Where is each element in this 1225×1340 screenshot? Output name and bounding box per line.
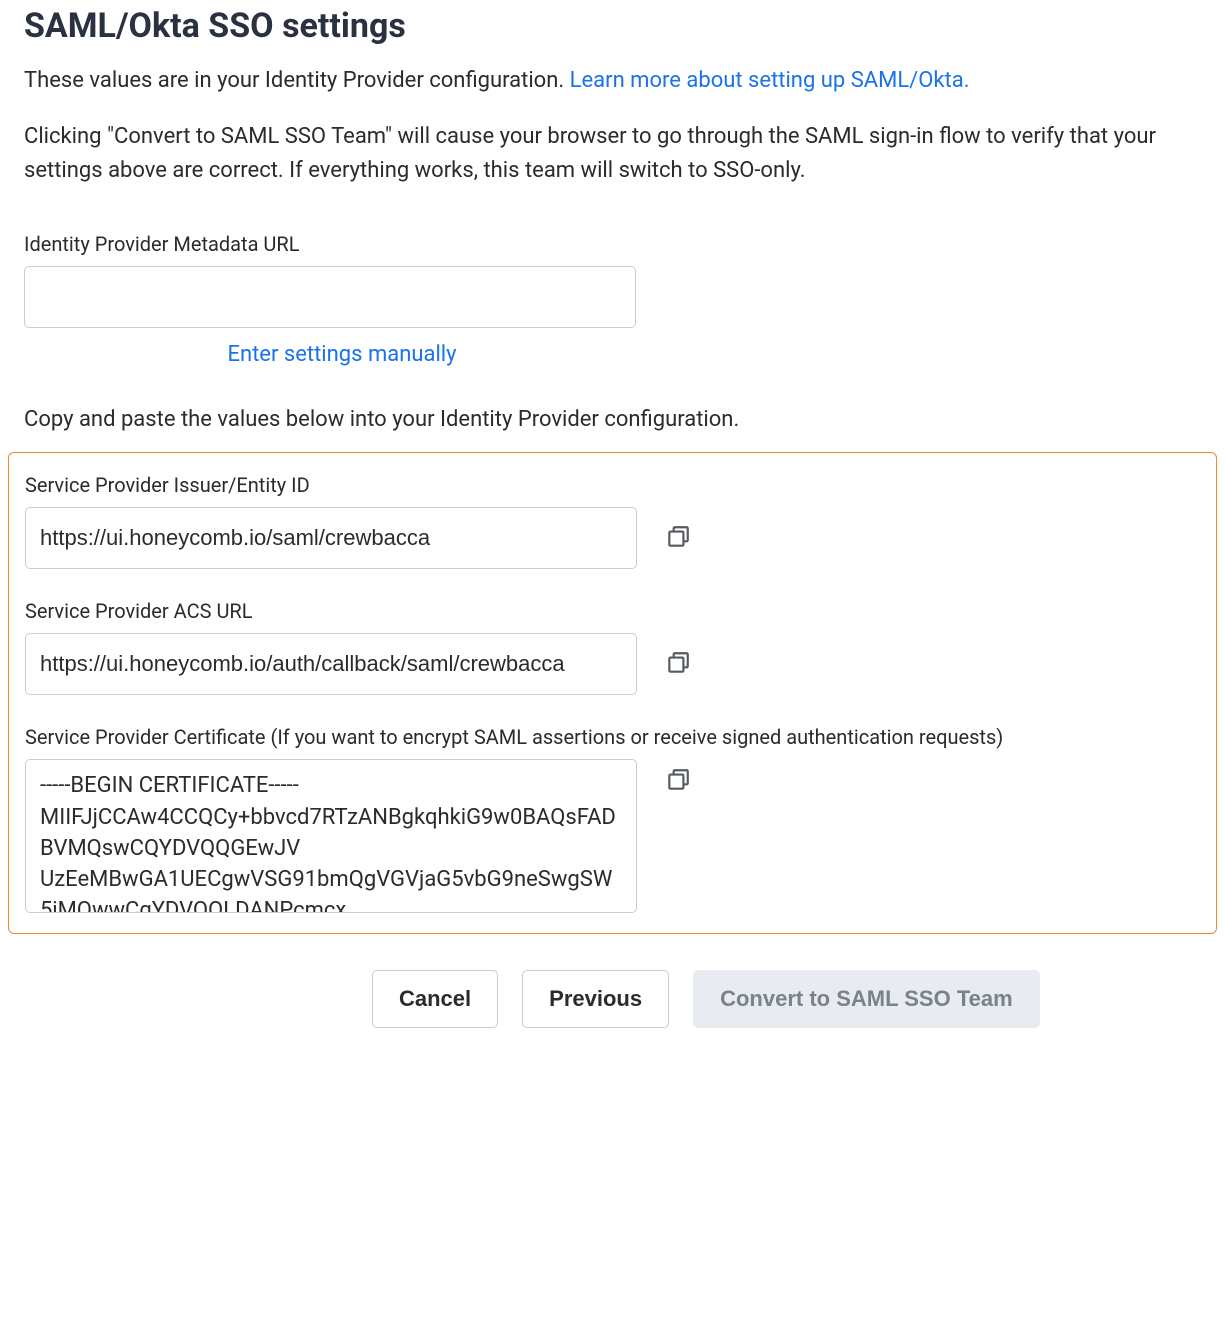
sp-cert-label-sub: (If you want to encrypt SAML assertions …	[271, 725, 1004, 749]
intro-text: These values are in your Identity Provid…	[24, 68, 570, 93]
service-provider-box: Service Provider Issuer/Entity ID Servic…	[8, 452, 1217, 934]
copy-acs-button[interactable]	[663, 648, 693, 678]
copy-cert-button[interactable]	[663, 765, 693, 795]
sp-issuer-label: Service Provider Issuer/Entity ID	[25, 473, 1200, 497]
page-title: SAML/Okta SSO settings	[24, 6, 1201, 46]
idp-metadata-field: Identity Provider Metadata URL Enter set…	[24, 232, 1201, 367]
copy-issuer-button[interactable]	[663, 522, 693, 552]
sp-issuer-field: Service Provider Issuer/Entity ID	[25, 473, 1200, 569]
sp-issuer-value[interactable]	[25, 507, 637, 569]
sp-acs-label: Service Provider ACS URL	[25, 599, 1200, 623]
copy-icon	[665, 767, 691, 793]
enter-settings-manually-link[interactable]: Enter settings manually	[24, 342, 660, 367]
sp-cert-label-main: Service Provider Certificate	[25, 725, 271, 749]
intro-paragraph: These values are in your Identity Provid…	[24, 64, 1201, 98]
idp-metadata-input[interactable]	[24, 266, 636, 328]
convert-explanation: Clicking "Convert to SAML SSO Team" will…	[24, 120, 1201, 188]
cancel-button[interactable]: Cancel	[372, 970, 498, 1028]
copy-icon	[665, 524, 691, 550]
idp-metadata-label: Identity Provider Metadata URL	[24, 232, 1201, 256]
sp-cert-field: Service Provider Certificate (If you wan…	[25, 725, 1200, 913]
copy-instruction: Copy and paste the values below into you…	[24, 407, 1201, 432]
convert-button[interactable]: Convert to SAML SSO Team	[693, 970, 1040, 1028]
sp-cert-label: Service Provider Certificate (If you wan…	[25, 725, 1200, 749]
sp-acs-value[interactable]	[25, 633, 637, 695]
sp-cert-value[interactable]	[25, 759, 637, 913]
copy-icon	[665, 650, 691, 676]
previous-button[interactable]: Previous	[522, 970, 669, 1028]
learn-more-link[interactable]: Learn more about setting up SAML/Okta.	[570, 68, 970, 93]
button-row: Cancel Previous Convert to SAML SSO Team	[372, 970, 1201, 1028]
sp-acs-field: Service Provider ACS URL	[25, 599, 1200, 695]
